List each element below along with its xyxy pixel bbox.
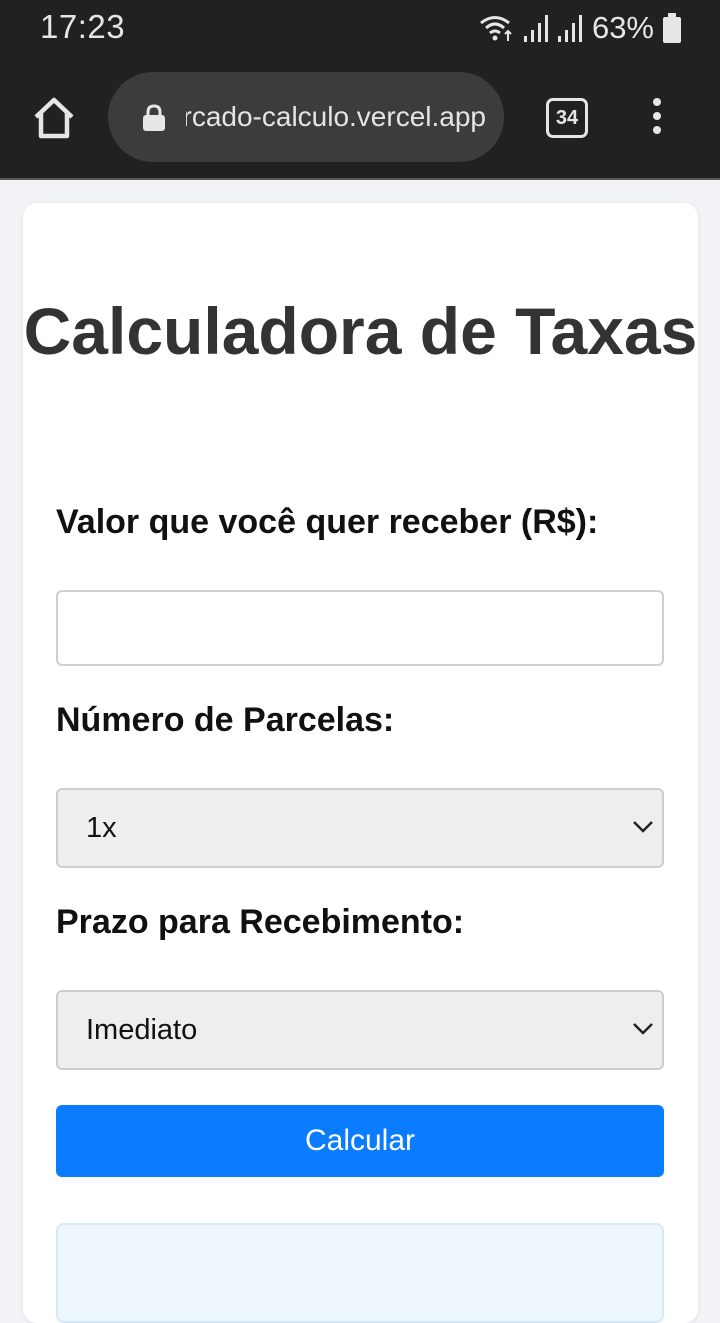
status-icons: 63% bbox=[478, 10, 682, 46]
battery-icon bbox=[663, 13, 681, 43]
tabs-button[interactable]: 34 bbox=[546, 98, 588, 138]
term-label: Prazo para Recebimento: bbox=[56, 903, 465, 941]
term-select[interactable]: Imediato bbox=[56, 990, 664, 1070]
signal-icon bbox=[557, 15, 582, 42]
result-box bbox=[56, 1223, 664, 1323]
status-bar: 17:23 63% bbox=[0, 0, 720, 56]
browser-toolbar: mercado-calculo.vercel.app 34 bbox=[0, 56, 720, 180]
installments-selected: 1x bbox=[86, 812, 117, 844]
calculator-card: Calculadora de Taxas Valor que você quer… bbox=[23, 203, 698, 1323]
calculate-button[interactable]: Calcular bbox=[56, 1105, 664, 1177]
signal-icon bbox=[523, 15, 548, 42]
installments-label: Número de Parcelas: bbox=[56, 701, 395, 739]
page-title: Calculadora de Taxas bbox=[23, 294, 698, 368]
amount-input[interactable] bbox=[56, 590, 664, 666]
lock-icon bbox=[143, 104, 165, 131]
chevron-down-icon bbox=[633, 1023, 653, 1035]
home-button[interactable] bbox=[30, 96, 78, 140]
chevron-down-icon bbox=[633, 821, 653, 833]
amount-label: Valor que você quer receber (R$): bbox=[56, 503, 599, 541]
tab-count: 34 bbox=[555, 106, 579, 129]
installments-select[interactable]: 1x bbox=[56, 788, 664, 868]
home-icon bbox=[34, 97, 74, 139]
term-selected: Imediato bbox=[86, 1014, 198, 1046]
url-text: mercado-calculo.vercel.app bbox=[186, 101, 486, 132]
status-time: 17:23 bbox=[40, 8, 126, 45]
wifi-icon bbox=[480, 16, 512, 41]
more-vert-icon[interactable] bbox=[646, 98, 668, 138]
address-bar[interactable]: mercado-calculo.vercel.app bbox=[108, 72, 504, 162]
battery-percent: 63% bbox=[591, 10, 654, 45]
